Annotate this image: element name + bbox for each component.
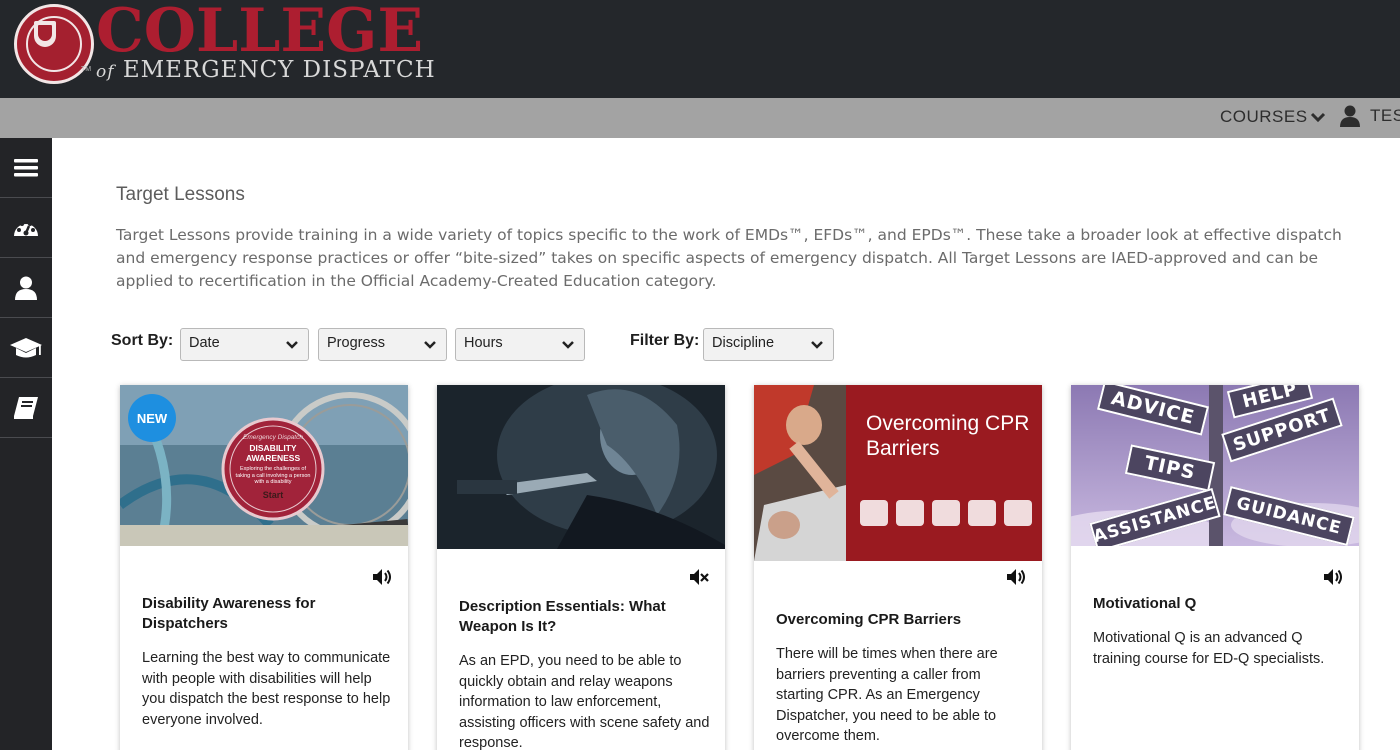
lesson-card-description-essentials[interactable]: Description Essentials: What Weapon Is I… — [437, 385, 725, 750]
chevron-down-icon — [811, 341, 823, 349]
sort-by-label: Sort By: — [111, 332, 174, 349]
brand-subtitle-text: EMERGENCY DISPATCH — [122, 57, 436, 83]
lesson-card-motivational-q[interactable]: ADVICE HELP SUPPORT TIPS ASSISTANCE GUID… — [1071, 385, 1359, 750]
seal-subtitle: Exploring the challenges of taking a cal… — [235, 466, 311, 485]
card-description: Learning the best way to communicate wit… — [142, 650, 391, 728]
volume-icon — [1324, 569, 1342, 585]
stopwatch-icon — [1004, 500, 1032, 526]
cpr-image-title: Overcoming CPR Barriers — [866, 412, 1030, 460]
lesson-thumbnail[interactable]: Overcoming CPR Barriers — [754, 385, 1042, 561]
card-title[interactable]: Description Essentials: What Weapon Is I… — [459, 597, 709, 637]
new-badge: NEW — [128, 394, 176, 442]
sidebar-item-dashboard[interactable] — [0, 198, 52, 258]
dashboard-icon — [14, 221, 38, 236]
lesson-card-overcoming-cpr-barriers[interactable]: Overcoming CPR Barriers Overcoming CPR B… — [754, 385, 1042, 750]
trademark-mark: TM — [81, 66, 92, 73]
film-icon — [932, 500, 960, 526]
filter-discipline-value: Discipline — [712, 335, 775, 351]
filter-by-label: Filter By: — [630, 332, 700, 349]
card-title[interactable]: Motivational Q — [1093, 594, 1343, 614]
sidebar-item-library[interactable] — [0, 378, 52, 438]
site-header: COLLEGE of EMERGENCY DISPATCH TM — [0, 0, 1400, 98]
card-description: Motivational Q is an advanced Q training… — [1093, 630, 1325, 667]
heartbeat-icon — [968, 500, 996, 526]
intro-text: Target Lessons provide training in a wid… — [116, 226, 1342, 290]
sort-hours-value: Hours — [464, 335, 503, 351]
courses-label: COURSES — [1220, 107, 1308, 126]
card-title[interactable]: Overcoming CPR Barriers — [776, 610, 1026, 630]
volume-mute-icon — [690, 569, 709, 585]
shield-icon — [34, 21, 56, 47]
sort-progress-value: Progress — [327, 335, 386, 351]
user-name: TES — [1370, 106, 1400, 125]
card-description: There will be times when there are barri… — [776, 646, 998, 744]
lesson-card-disability-awareness[interactable]: Emergency Dispatch DISABILITY AWARENESS … — [120, 385, 408, 750]
disability-seal: Emergency Dispatch DISABILITY AWARENESS … — [228, 434, 318, 500]
seal-title: DISABILITY AWARENESS — [245, 443, 301, 463]
sort-date-value: Date — [189, 335, 220, 351]
sort-progress-select[interactable]: Progress — [318, 328, 447, 361]
graduation-cap-icon — [10, 337, 42, 357]
chevron-down-icon — [424, 341, 436, 349]
chevron-down-icon — [562, 341, 574, 349]
page-title: Target Lessons — [116, 184, 245, 205]
cpr-photo — [754, 385, 846, 561]
volume-icon — [1007, 569, 1025, 585]
weapon-photo — [437, 385, 725, 549]
heart-icon — [896, 500, 924, 526]
sidebar-item-menu[interactable] — [0, 138, 52, 198]
user-icon — [1340, 105, 1360, 127]
lesson-thumbnail[interactable] — [437, 385, 725, 549]
seal-start: Start — [262, 489, 284, 500]
lungs-icon — [860, 500, 888, 526]
top-nav-bar: COURSES TES — [0, 98, 1400, 138]
user-menu[interactable]: TES — [1340, 105, 1400, 127]
cpr-photo-art — [754, 385, 846, 561]
card-description: As an EPD, you need to be able to quickl… — [459, 653, 710, 750]
sidebar-item-profile[interactable] — [0, 258, 52, 318]
audio-toggle[interactable] — [689, 568, 709, 591]
audio-toggle[interactable] — [1323, 568, 1343, 591]
volume-icon — [373, 569, 391, 585]
book-icon — [14, 396, 38, 419]
card-title[interactable]: Disability Awareness for Dispatchers — [142, 594, 392, 634]
audio-toggle[interactable] — [372, 568, 392, 591]
audio-toggle[interactable] — [1006, 568, 1026, 591]
courses-menu[interactable]: COURSES — [1220, 106, 1326, 128]
user-icon — [15, 276, 37, 300]
sort-date-select[interactable]: Date — [180, 328, 309, 361]
sort-hours-select[interactable]: Hours — [455, 328, 585, 361]
menu-icon — [14, 158, 38, 176]
chevron-down-icon — [286, 341, 298, 349]
lesson-thumbnail[interactable]: Emergency Dispatch DISABILITY AWARENESS … — [120, 385, 408, 546]
brand-name[interactable]: COLLEGE — [96, 0, 423, 64]
sidebar — [0, 138, 52, 750]
sidebar-item-courses[interactable] — [0, 318, 52, 378]
chevron-down-icon — [1310, 112, 1325, 123]
seal-top-text: Emergency Dispatch — [243, 434, 303, 441]
lesson-thumbnail[interactable]: ADVICE HELP SUPPORT TIPS ASSISTANCE GUID… — [1071, 385, 1359, 546]
brand-subtitle[interactable]: of EMERGENCY DISPATCH — [96, 56, 436, 86]
filter-discipline-select[interactable]: Discipline — [703, 328, 834, 361]
brand-of: of — [96, 62, 115, 82]
